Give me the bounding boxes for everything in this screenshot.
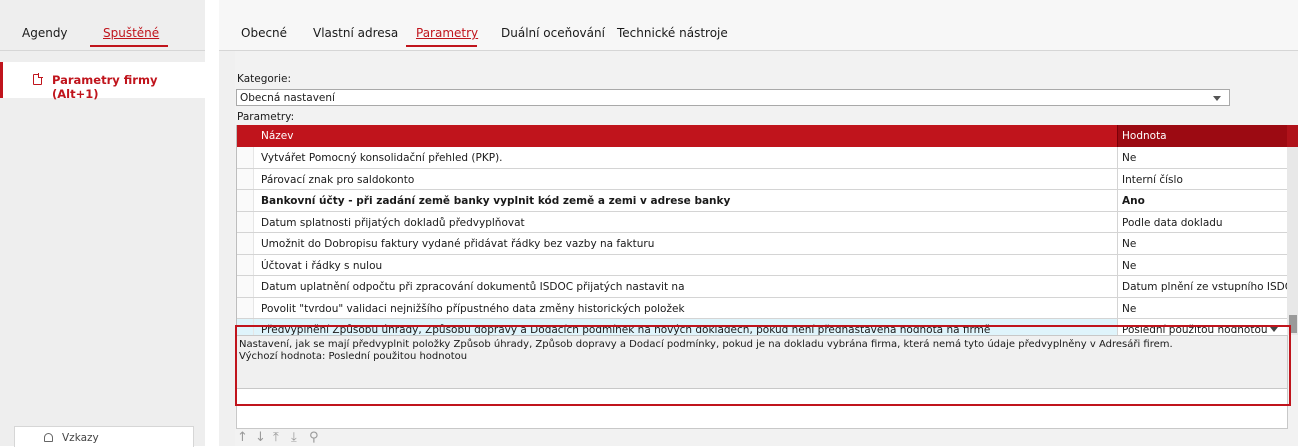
param-value-cell[interactable]: Ne [1117,147,1288,168]
param-value-cell[interactable]: Interní číslo [1117,168,1288,189]
param-name-cell: Datum splatnosti přijatých dokladů předv… [261,216,525,229]
divider [0,50,205,51]
table-row[interactable]: Párovací znak pro saldokonto Interní čísl… [237,168,1288,190]
scrollbar-thumb[interactable] [1289,315,1297,333]
table-row[interactable]: Datum splatnosti přijatých dokladů předv… [237,211,1288,233]
vzkazy-label: Vzkazy [62,432,99,444]
param-name-cell: Umožnit do Dobropisu faktury vydané přid… [261,238,655,250]
table-row[interactable]: Datum uplatnění odpočtu při zpracování d… [237,276,1298,298]
scrollbar-header-cap [1287,125,1298,147]
move-down-icon[interactable]: ↓ [255,431,266,445]
row-gutter [237,254,254,275]
panel-separator [205,0,219,446]
description-text: Nastavení, jak se mají předvyplnit polož… [239,339,1173,350]
row-gutter [237,190,254,211]
settings-tabs: Obecné Vlastní adresa Parametry Duální o… [219,0,1298,50]
parameters-grid: Název Hodnota Vytvářet Pomocný konsolida… [236,125,1298,341]
param-value-cell[interactable]: Datum plnění ze vstupního ISDOC [1117,276,1298,297]
column-header-nazev[interactable]: Název [261,130,293,142]
category-select[interactable]: Obecná nastavení [236,89,1230,106]
vertical-scrollbar[interactable] [1287,147,1298,335]
param-value-cell[interactable]: Podle data dokladu [1117,211,1288,232]
grid-rows: Vytvářet Pomocný konsolidační přehled (P… [237,147,1298,341]
search-icon[interactable]: ⚲ [309,431,319,445]
param-value-cell[interactable]: Ne [1117,297,1288,318]
param-value: Ne [1122,302,1137,315]
default-value-text: Výchozí hodnota: Poslední použitou hodno… [239,351,468,362]
tab-spustene-label: Spuštěné [103,26,160,40]
move-top-icon[interactable]: ⤒ [273,431,279,445]
tab-technicke-nastroje[interactable]: Technické nástroje [617,26,728,40]
param-value: Ne [1122,152,1137,164]
tab-agendy[interactable]: Agendy [22,26,68,40]
param-value-cell[interactable]: Ne [1117,254,1288,275]
param-name-cell: Bankovní účty - při zadání země banky vy… [261,195,731,207]
table-row[interactable]: Účtovat i řádky s nulou Ne [237,254,1288,276]
description-lower-area [236,389,1288,429]
vzkazy-button[interactable]: Vzkazy [14,426,194,447]
param-value: Ne [1122,259,1137,272]
column-header-hodnota-label: Hodnota [1122,130,1167,142]
active-tab-indicator [90,45,168,47]
tab-vlastni-adresa[interactable]: Vlastní adresa [313,26,398,40]
param-value-cell[interactable]: Ano [1117,190,1288,211]
description-panel: Nastavení, jak se mají předvyplnit polož… [236,335,1288,389]
left-panel: Agendy Spuštěné Parametry firmy (Alt+1) … [0,0,205,447]
table-row[interactable]: Vytvářet Pomocný konsolidační přehled (P… [237,147,1287,169]
bell-icon [44,433,53,442]
parameters-content: Kategorie: Obecná nastavení Parametry: N… [235,51,1298,446]
param-value: Ne [1122,238,1137,250]
running-item-label: Parametry firmy (Alt+1) [52,73,158,101]
active-tab-indicator [406,45,477,47]
running-item-parametry-firmy[interactable]: Parametry firmy (Alt+1) [0,62,205,101]
param-name-cell: Povolit "tvrdou" validaci nejnižšího pří… [261,302,685,315]
left-tabs: Agendy Spuštěné [0,0,205,50]
row-gutter [237,276,254,297]
tab-dualni-ocenovani[interactable]: Duální oceňování [501,26,605,40]
active-item-bar [0,62,3,98]
grid-header: Název Hodnota [237,125,1288,147]
parameters-label: Parametry: [237,111,295,123]
param-value: Podle data dokladu [1122,216,1223,229]
table-row[interactable]: Bankovní účty - při zadání země banky vy… [237,190,1287,212]
tab-parametry[interactable]: Parametry [416,26,478,40]
param-value-cell[interactable]: Ne [1117,233,1288,254]
category-label: Kategorie: [237,73,292,85]
row-gutter [237,147,254,168]
row-gutter [237,297,254,318]
tab-obecne[interactable]: Obecné [241,26,287,40]
table-row[interactable]: Povolit "tvrdou" validaci nejnižšího pří… [237,297,1288,319]
tab-spustene[interactable]: Spuštěné [103,26,159,40]
param-name-cell: Datum uplatnění odpočtu při zpracování d… [261,281,685,293]
category-value: Obecná nastavení [240,92,335,104]
move-up-icon[interactable]: ↑ [237,431,248,445]
param-name-cell: Vytvářet Pomocný konsolidační přehled (P… [261,152,503,164]
column-header-hodnota[interactable]: Hodnota [1117,125,1288,147]
row-gutter [237,233,254,254]
row-gutter [237,168,254,189]
row-gutter [237,211,254,232]
document-icon [33,73,43,85]
param-value: Interní číslo [1122,173,1183,186]
param-value: Datum plnění ze vstupního ISDOC [1122,281,1298,293]
param-name-cell: Párovací znak pro saldokonto [261,173,415,186]
chevron-down-icon [1213,96,1221,101]
move-bottom-icon[interactable]: ⤓ [291,431,297,445]
param-name-cell: Účtovat i řádky s nulou [261,259,383,272]
right-panel: Obecné Vlastní adresa Parametry Duální o… [219,0,1298,446]
table-row[interactable]: Umožnit do Dobropisu faktury vydané přid… [237,233,1287,255]
chevron-down-icon[interactable] [1270,327,1278,332]
param-value: Ano [1122,195,1145,207]
